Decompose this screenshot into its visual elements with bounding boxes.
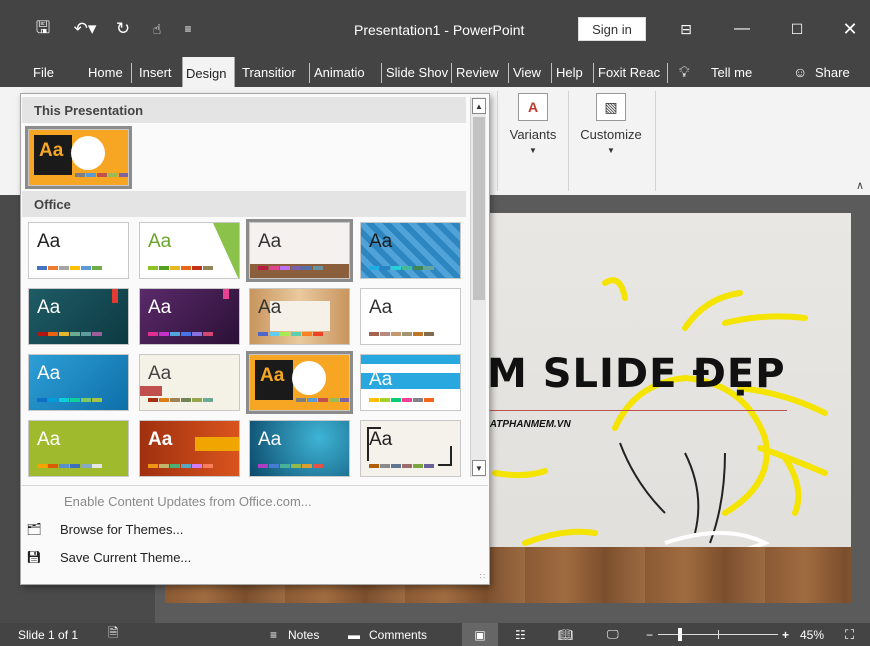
lightbulb-icon[interactable]: 💡︎ [676, 57, 693, 87]
browse-folder-icon: 🗂︎ [26, 522, 42, 536]
theme-slice[interactable]: Aa [360, 288, 461, 345]
chevron-down-icon: ▼ [607, 146, 615, 155]
undo-icon[interactable]: ↶▾ [66, 14, 104, 44]
ribbon-tabs: File Home Insert Design Transitior Anima… [0, 57, 870, 89]
tab-home[interactable]: Home [85, 57, 126, 87]
enable-content-updates-label: Enable Content Updates from Office.com..… [64, 493, 312, 509]
theme-basis[interactable]: Aa [28, 420, 129, 477]
minimize-button[interactable]: — [720, 14, 764, 44]
browse-for-themes-label: Browse for Themes... [60, 521, 184, 537]
tab-view[interactable]: View [510, 57, 544, 87]
theme-savon[interactable]: Aa [246, 351, 353, 414]
customize-button[interactable]: ▧ Customize ▼ [575, 93, 647, 155]
theme-retrospect[interactable]: Aa [249, 288, 350, 345]
ribbon-display-options-icon[interactable]: ⊟ [664, 14, 708, 44]
zoom-slider-thumb[interactable] [678, 628, 682, 641]
tab-foxit-reader[interactable]: Foxit Reac [595, 57, 665, 87]
format-background-icon: ▧ [596, 93, 626, 121]
tell-me-search[interactable]: Tell me [708, 57, 755, 87]
tab-help[interactable]: Help [553, 57, 586, 87]
chevron-down-icon: ▼ [529, 146, 537, 155]
normal-view-icon[interactable]: ▣ [462, 623, 498, 646]
variants-button[interactable]: A Variants ▼ [506, 93, 560, 155]
theme-berlin[interactable]: Aa [139, 420, 240, 477]
tab-insert[interactable]: Insert [136, 57, 175, 87]
comments-icon: ▬ [348, 627, 360, 642]
save-current-theme-label: Save Current Theme... [60, 549, 192, 565]
fit-to-window-icon[interactable]: ⛶ [845, 623, 854, 646]
section-this-presentation: This Presentation [22, 97, 466, 123]
redo-icon[interactable]: ↻ [108, 14, 138, 44]
customize-label: Customize [580, 127, 642, 142]
save-icon[interactable]: 🖫 [28, 14, 58, 44]
spell-check-icon[interactable]: 🗎︎ [108, 623, 118, 646]
title-bar: 🖫 ↶▾ ↻ ☝ ≡ Presentation1 - PowerPoint Si… [0, 0, 870, 57]
save-current-theme-item[interactable]: 💾︎ Save Current Theme... [22, 543, 462, 571]
theme-integral[interactable]: Aa [139, 354, 240, 411]
slide-show-icon[interactable]: 🖵︎ [607, 623, 619, 646]
theme-current[interactable]: Aa [25, 126, 132, 189]
slide-divider [487, 410, 787, 411]
touch-mode-icon[interactable]: ☝ [142, 14, 172, 44]
comments-button[interactable]: Comments [369, 623, 427, 646]
theme-wisp[interactable]: Aa [28, 354, 129, 411]
status-bar: Slide 1 of 1 🗎︎ ≡ Notes ▬ Comments ▣ ☷ 📖… [0, 623, 870, 646]
scroll-thumb[interactable] [473, 117, 485, 300]
tab-review[interactable]: Review [453, 57, 502, 87]
browse-for-themes-item[interactable]: 🗂︎ Browse for Themes... [22, 515, 462, 543]
zoom-slider[interactable] [658, 623, 778, 646]
close-button[interactable]: ✕ [828, 14, 870, 44]
theme-banded[interactable]: Aa [360, 354, 461, 411]
zoom-out-icon[interactable]: − [646, 623, 653, 646]
sign-in-button[interactable]: Sign in [578, 17, 646, 41]
variants-label: Variants [509, 127, 557, 142]
save-theme-icon: 💾︎ [26, 550, 42, 564]
section-office: Office [22, 191, 466, 217]
window-title: Presentation1 - PowerPoint [354, 22, 525, 38]
theme-facet[interactable]: Aa [139, 222, 240, 279]
scroll-down-icon[interactable]: ▼ [472, 460, 486, 476]
gallery-scrollbar[interactable]: ▲ ▼ [470, 97, 486, 477]
slide-subtitle[interactable]: IATPHANMEM.VN [487, 419, 571, 430]
collapse-ribbon-icon[interactable]: ∧ [856, 179, 864, 192]
tab-slide-show[interactable]: Slide Shov [383, 57, 451, 87]
themes-gallery-dropdown: This Presentation Aa Office Aa Aa Aa Aa … [20, 93, 490, 585]
slide-title[interactable]: M SLIDE ĐẸP [487, 351, 786, 397]
theme-office[interactable]: Aa [28, 222, 129, 279]
tab-animations[interactable]: Animatio [311, 57, 381, 87]
theme-organic[interactable]: Aa [139, 288, 240, 345]
resize-grip-icon[interactable]: ∷ [480, 572, 485, 581]
tab-design[interactable]: Design [182, 57, 235, 89]
menu-divider [22, 485, 488, 486]
tab-file[interactable]: File [30, 57, 57, 87]
notes-icon: ≡ [270, 627, 278, 642]
theme-ion-boardroom[interactable]: Aa [360, 222, 461, 279]
share-button[interactable]: Share [812, 57, 853, 87]
theme-gallery[interactable]: Aa [246, 219, 353, 282]
enable-content-updates-item: Enable Content Updates from Office.com..… [22, 487, 462, 515]
scroll-up-icon[interactable]: ▲ [472, 98, 486, 114]
notes-button[interactable]: Notes [288, 623, 319, 646]
maximize-button[interactable]: ☐ [775, 14, 819, 44]
theme-circuit[interactable]: Aa [360, 420, 461, 477]
variants-icon: A [518, 93, 548, 121]
customize-qat-icon[interactable]: ≡ [176, 14, 200, 44]
tab-transitions[interactable]: Transitior [239, 57, 307, 87]
slide-counter: Slide 1 of 1 [18, 627, 79, 642]
theme-ion[interactable]: Aa [28, 288, 129, 345]
slide-sorter-icon[interactable]: ☷ [515, 623, 526, 646]
reading-view-icon[interactable]: 📖︎ [558, 623, 573, 646]
share-icon[interactable]: ☺ [790, 57, 810, 87]
theme-celestial[interactable]: Aa [249, 420, 350, 477]
zoom-in-icon[interactable]: + [782, 623, 789, 646]
zoom-level[interactable]: 45% [800, 623, 824, 646]
